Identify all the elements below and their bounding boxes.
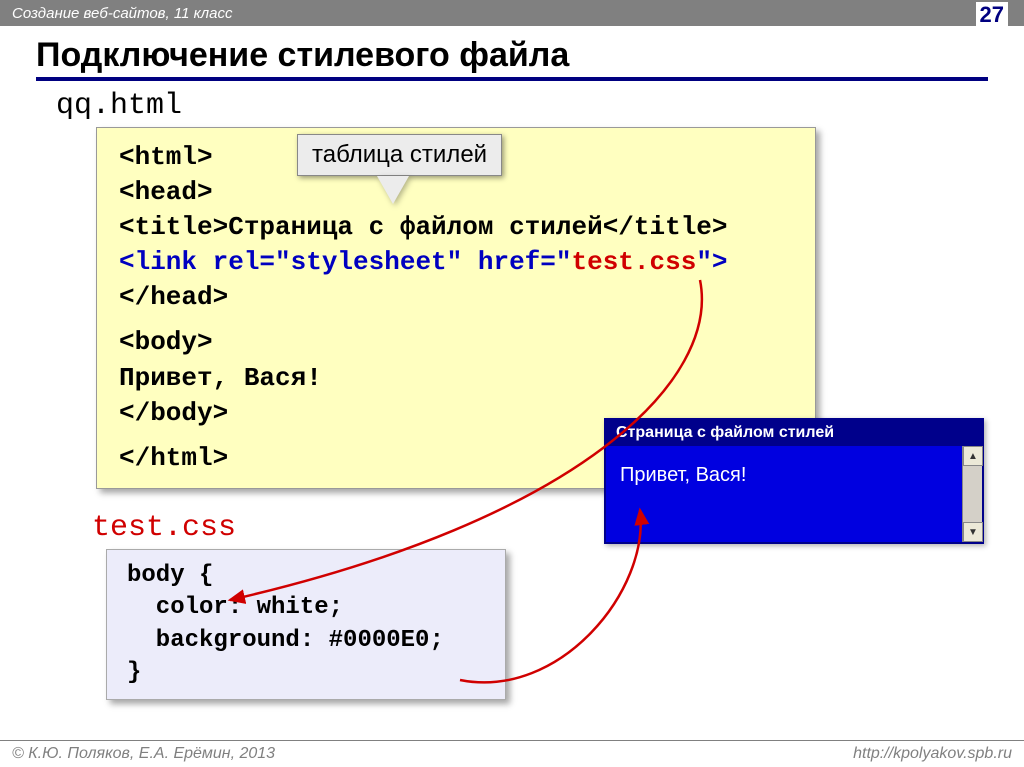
- callout-label: таблица стилей: [297, 134, 502, 176]
- header-subject: Создание веб-сайтов, 11 класс: [12, 5, 232, 22]
- callout: таблица стилей: [297, 134, 502, 204]
- code-line: }: [127, 657, 485, 689]
- footer-url: http://kpolyakov.spb.ru: [853, 745, 1012, 763]
- footer: © К.Ю. Поляков, Е.А. Ерёмин, 2013 http:/…: [0, 740, 1024, 767]
- scroll-up-icon[interactable]: ▲: [963, 446, 983, 466]
- code-line: body {: [127, 560, 485, 592]
- header-bar: Создание веб-сайтов, 11 класс: [0, 0, 1024, 26]
- result-window: Страница с файлом стилей Привет, Вася! ▲…: [604, 418, 984, 544]
- code-line: background: #0000E0;: [127, 625, 485, 657]
- code-line: <body>: [119, 325, 793, 360]
- footer-copyright: © К.Ю. Поляков, Е.А. Ерёмин, 2013: [12, 745, 275, 763]
- code-line: Привет, Вася!: [119, 361, 793, 396]
- code-line-link: <link rel="stylesheet" href="test.css">: [119, 245, 793, 280]
- page-number: 27: [976, 2, 1008, 28]
- slide-title: Подключение стилевого файла: [36, 36, 988, 81]
- code-line: </head>: [119, 280, 793, 315]
- code-line: color: white;: [127, 592, 485, 624]
- code-line: <title>Страница с файлом стилей</title>: [119, 210, 793, 245]
- result-text: Привет, Вася!: [620, 464, 746, 486]
- result-window-title: Страница с файлом стилей: [606, 420, 982, 446]
- css-code-box: body { color: white; background: #0000E0…: [106, 549, 506, 701]
- filename-html: qq.html: [56, 89, 988, 123]
- scroll-down-icon[interactable]: ▼: [963, 522, 983, 542]
- scrollbar[interactable]: ▲ ▼: [962, 446, 982, 542]
- result-window-body: Привет, Вася! ▲ ▼: [606, 446, 982, 542]
- callout-pointer-icon: [377, 176, 409, 204]
